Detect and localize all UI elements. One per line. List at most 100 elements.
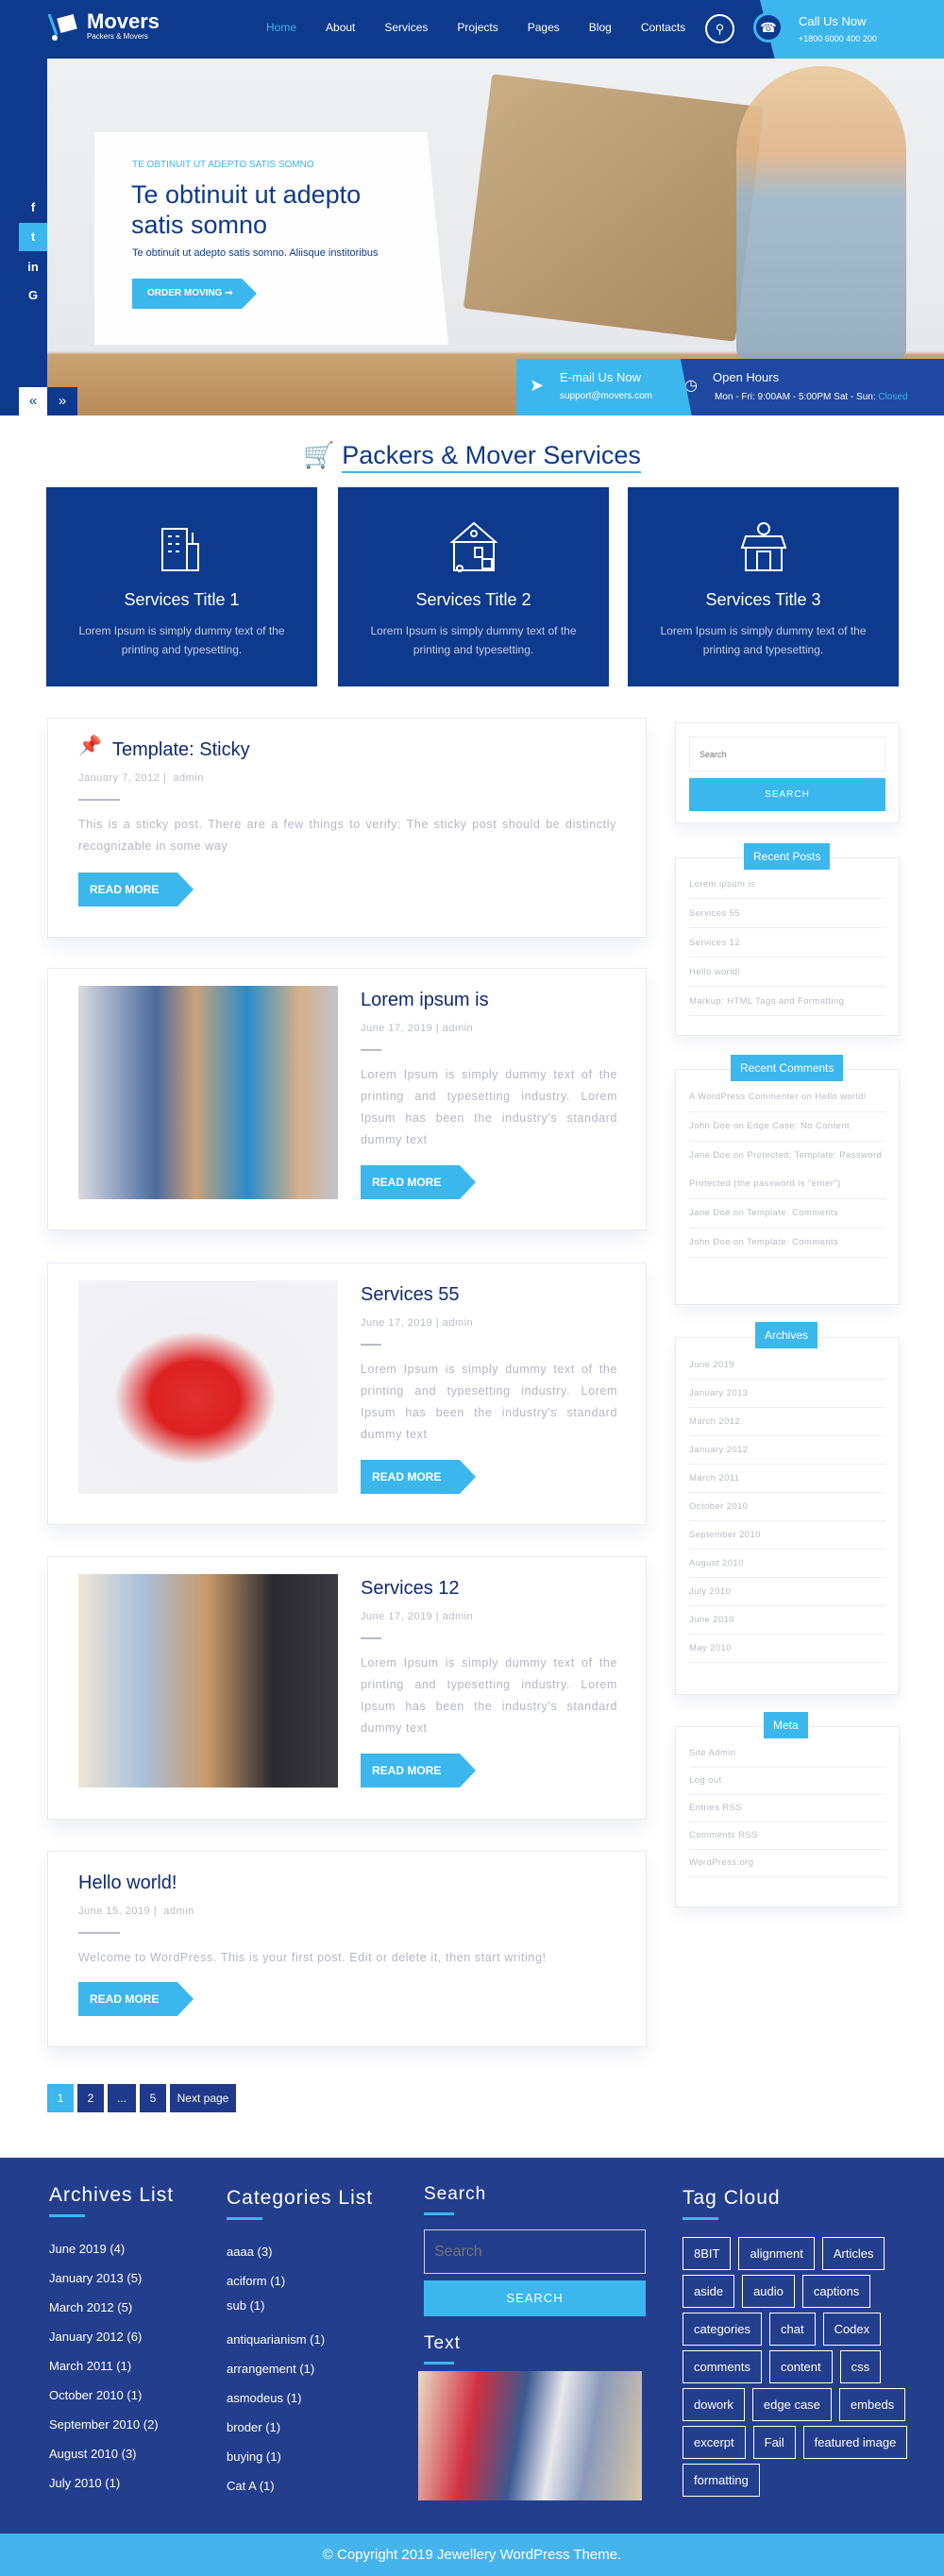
page-1[interactable]: 1 [47,2084,74,2112]
footer-category-link[interactable]: buying (1) [227,2449,373,2479]
slider-prev-icon[interactable]: « [19,387,47,415]
meta-link[interactable]: Log out [689,1768,885,1795]
post-title[interactable]: Template: Sticky [112,739,250,761]
recent-post-link[interactable]: Services 12 [689,928,885,958]
read-more-button[interactable]: READ MORE [361,1754,476,1788]
meta-link[interactable]: Comments RSS [689,1822,885,1850]
linkedin-icon[interactable]: in [19,253,47,281]
tag-link[interactable]: aside [683,2275,735,2308]
next-page-button[interactable]: Next page [170,2084,236,2112]
archive-link[interactable]: May 2010 [689,1635,885,1663]
post-author[interactable]: admin [163,1906,194,1917]
tag-link[interactable]: comments [683,2350,762,2383]
footer-category-link[interactable]: aciform (1) [227,2274,373,2298]
post-author[interactable]: admin [443,1023,473,1034]
post-title[interactable]: Services 55 [361,1284,460,1306]
footer-category-link[interactable]: antiquarianism (1) [227,2332,373,2362]
recent-post-link[interactable]: Lorem ipsum is [689,870,885,899]
meta-link[interactable]: WordPress.org [689,1850,885,1877]
tag-link[interactable]: Articles [821,2237,885,2270]
google-icon[interactable]: G [19,281,47,310]
archive-link[interactable]: January 2013 [689,1380,885,1408]
meta-link[interactable]: Entries RSS [689,1795,885,1822]
service-card[interactable]: Services Title 2 Lorem Ipsum is simply d… [338,487,609,686]
post-image[interactable] [78,986,338,1199]
page-5[interactable]: 5 [140,2084,166,2112]
footer-category-link[interactable]: asmodeus (1) [227,2391,373,2420]
logo[interactable]: Movers Packers & Movers [47,11,160,41]
post-image[interactable] [78,1574,338,1788]
post-image[interactable] [78,1280,338,1494]
archive-link[interactable]: June 2010 [689,1606,885,1635]
post-author[interactable]: admin [173,772,203,784]
service-card[interactable]: Services Title 1 Lorem Ipsum is simply d… [46,487,317,686]
tag-link[interactable]: edge case [751,2388,832,2421]
tag-link[interactable]: excerpt [683,2426,746,2459]
post-title[interactable]: Hello world! [78,1873,177,1894]
tag-link[interactable]: captions [801,2275,871,2308]
footer-category-link[interactable]: broder (1) [227,2420,373,2449]
recent-comment-link[interactable]: Jane Doe on Template: Comments [689,1199,885,1229]
nav-projects[interactable]: Projects [457,21,497,34]
nav-about[interactable]: About [326,21,355,34]
post-date[interactable]: June 17, 2019 [361,1611,432,1622]
read-more-button[interactable]: READ MORE [361,1165,476,1199]
tag-link[interactable]: css [839,2350,882,2383]
footer-archive-link[interactable]: March 2011 (1) [49,2359,174,2388]
twitter-icon[interactable]: t [19,223,47,251]
archive-link[interactable]: October 2010 [689,1493,885,1521]
post-date[interactable]: June 17, 2019 [361,1317,432,1329]
sidebar-search-button[interactable]: SEARCH [689,778,885,811]
tag-link[interactable]: categories [683,2313,762,2346]
footer-archive-link[interactable]: January 2013 (5) [49,2271,174,2300]
post-title[interactable]: Lorem ipsum is [361,990,489,1011]
tag-link[interactable]: featured image [802,2426,908,2459]
search-icon[interactable]: ⚲ [705,14,734,43]
recent-post-link[interactable]: Services 55 [689,899,885,928]
email-address[interactable]: support@movers.com [560,391,652,401]
tag-link[interactable]: audio [742,2275,795,2308]
nav-blog[interactable]: Blog [589,21,612,34]
tag-link[interactable]: Codex [822,2313,882,2346]
footer-archive-link[interactable]: March 2012 (5) [49,2300,174,2330]
footer-archive-link[interactable]: October 2010 (1) [49,2388,174,2417]
footer-archive-link[interactable]: January 2012 (6) [49,2330,174,2359]
footer-category-link[interactable]: arrangement (1) [227,2362,373,2391]
post-date[interactable]: June 17, 2019 [361,1023,432,1034]
nav-pages[interactable]: Pages [528,21,560,34]
slider-next-icon[interactable]: » [47,387,77,415]
post-author[interactable]: admin [443,1611,473,1622]
tag-link[interactable]: formatting [683,2464,760,2497]
recent-comment-link[interactable]: John Doe on Template: Comments [689,1229,885,1258]
service-card[interactable]: Services Title 3 Lorem Ipsum is simply d… [628,487,899,686]
recent-comment-link[interactable]: John Doe on Edge Case: No Content [689,1112,885,1142]
tag-link[interactable]: alignment [738,2237,815,2270]
footer-archive-link[interactable]: August 2010 (3) [49,2447,174,2476]
footer-archive-link[interactable]: June 2019 (4) [49,2242,174,2271]
nav-services[interactable]: Services [384,21,428,34]
tag-link[interactable]: Fail [752,2426,796,2459]
read-more-button[interactable]: READ MORE [78,1982,194,2016]
tag-link[interactable]: chat [768,2313,816,2346]
recent-comment-link[interactable]: Jane Doe on Protected: Template: Passwor… [689,1142,885,1199]
recent-post-link[interactable]: Markup: HTML Tags and Formatting [689,987,885,1016]
archive-link[interactable]: March 2011 [689,1465,885,1493]
post-title[interactable]: Services 12 [361,1578,460,1600]
page-2[interactable]: 2 [77,2084,104,2112]
tag-link[interactable]: 8BIT [683,2237,732,2270]
archive-link[interactable]: September 2010 [689,1521,885,1550]
archive-link[interactable]: January 2012 [689,1436,885,1465]
facebook-icon[interactable]: f [19,194,47,222]
post-date[interactable]: January 7, 2012 [78,772,160,784]
archive-link[interactable]: March 2012 [689,1408,885,1436]
nav-home[interactable]: Home [266,21,296,34]
footer-category-link[interactable]: aaaa (3) [227,2245,373,2274]
footer-search-button[interactable]: SEARCH [424,2280,646,2316]
sidebar-search-input[interactable] [689,737,885,771]
tag-link[interactable]: content [768,2350,833,2383]
footer-archive-link[interactable]: July 2010 (1) [49,2476,174,2505]
recent-comment-link[interactable]: A WordPress Commenter on Hello world! [689,1083,885,1112]
post-date[interactable]: June 15, 2019 [78,1906,150,1917]
recent-post-link[interactable]: Hello world! [689,958,885,987]
read-more-button[interactable]: READ MORE [78,873,194,907]
